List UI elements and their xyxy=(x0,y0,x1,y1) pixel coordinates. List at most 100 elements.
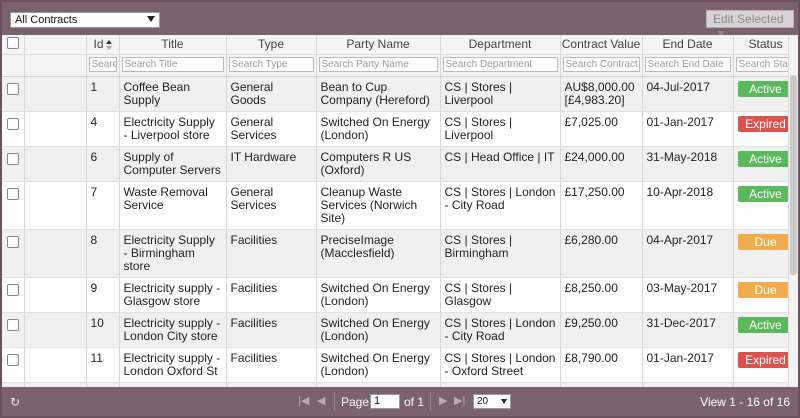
cell-party: Switched On Energy (London) xyxy=(316,347,441,383)
cell-title: Electricity supply - London City store xyxy=(119,312,227,348)
search-status-input[interactable]: Search Status xyxy=(735,57,796,72)
edit-selected-label: Edit Selected xyxy=(713,12,784,26)
cell-title: Electricity supply - London Oxford St xyxy=(119,347,227,383)
search-cell-title: Search Title xyxy=(119,54,227,77)
cell-department: CS | Stores | London - City Road xyxy=(440,312,561,348)
row-checkbox[interactable] xyxy=(6,118,19,130)
table-row[interactable]: 10 Electricity supply - London City store… xyxy=(2,312,798,348)
cell-value: £7,025.00 xyxy=(560,111,643,147)
search-id-input[interactable]: Search xyxy=(88,57,117,72)
cell-end-date: 10-Apr-2018 xyxy=(642,181,734,230)
table-row[interactable]: 7 Waste Removal Service General Services Cl… xyxy=(2,181,798,230)
search-end-date-input[interactable]: Search End Date xyxy=(644,57,731,72)
cell-department: CS | Head Office | IT xyxy=(440,146,561,182)
row-checkbox[interactable] xyxy=(6,284,19,296)
pager-divider xyxy=(334,392,335,410)
row-spacer-cell xyxy=(24,111,87,147)
row-checkbox[interactable] xyxy=(6,319,19,331)
column-header-value[interactable]: Contract Value xyxy=(560,35,643,55)
cell-value: £24,000.00 xyxy=(560,146,643,182)
contract-filter-value: All Contracts xyxy=(15,14,78,26)
last-page-icon[interactable]: ▶| xyxy=(454,395,465,407)
column-header-id-label: Id xyxy=(93,37,104,51)
search-value-input[interactable]: Search Contract xyxy=(562,57,640,72)
cell-end-date: 01-Jan-2017 xyxy=(642,111,734,147)
status-badge: Active xyxy=(737,317,794,333)
select-all-header xyxy=(2,35,25,55)
table-row[interactable]: 4 Electricity Supply - Liverpool store Gen… xyxy=(2,111,798,147)
row-spacer-cell xyxy=(24,347,87,383)
row-spacer-cell xyxy=(24,277,87,313)
column-header-department[interactable]: Department xyxy=(440,35,561,55)
cell-value: AU$8,000.00 [£4,983.20] xyxy=(560,76,643,112)
cell-title: Electricity Supply - Liverpool store xyxy=(119,111,227,147)
cell-id: 4 xyxy=(86,111,120,147)
row-select-cell xyxy=(2,76,25,112)
sort-asc-icon[interactable] xyxy=(105,39,112,50)
prev-page-icon[interactable]: ◀ xyxy=(317,395,325,407)
records-summary: View 1 - 16 of 16 xyxy=(700,395,790,409)
column-header-party[interactable]: Party Name xyxy=(316,35,441,55)
cell-type: Facilities xyxy=(226,347,317,383)
cell-type: General Services xyxy=(226,111,317,147)
contract-filter-select[interactable]: All Contracts xyxy=(10,12,160,28)
status-badge: Expired xyxy=(737,352,794,368)
row-checkbox[interactable] xyxy=(6,236,19,248)
next-page-icon[interactable]: ▶ xyxy=(439,395,447,407)
cell-party: Cleanup Waste Services (Norwich Site) xyxy=(316,181,441,230)
search-party-input[interactable]: Search Party Name xyxy=(318,57,438,72)
search-department-input[interactable]: Search Department xyxy=(442,57,558,72)
table-row[interactable]: 1 Coffee Bean Supply General Goods Bean to … xyxy=(2,76,798,112)
status-badge: Active xyxy=(737,186,794,202)
cell-department: CS | Stores | Liverpool xyxy=(440,76,561,112)
column-header-type[interactable]: Type xyxy=(226,35,317,55)
grid-vertical-scrollbar[interactable] xyxy=(788,35,798,387)
search-cell-id: Search xyxy=(86,54,120,77)
cell-end-date: 04-Jul-2017 xyxy=(642,76,734,112)
cell-party: Switched On Energy (London) xyxy=(316,312,441,348)
cell-party: Switched On Energy (London) xyxy=(316,277,441,313)
row-checkbox[interactable] xyxy=(6,354,19,366)
search-type-input[interactable]: Search Type xyxy=(228,57,314,72)
row-spacer-cell xyxy=(24,229,87,278)
search-spacer xyxy=(24,54,87,77)
cell-id: 1 xyxy=(86,76,120,112)
cell-type: General Goods xyxy=(226,76,317,112)
cell-end-date: 31-May-2018 xyxy=(642,146,734,182)
cell-end-date: 04-Apr-2017 xyxy=(642,229,734,278)
refresh-icon[interactable]: ↻ xyxy=(10,396,22,408)
table-row[interactable]: 8 Electricity Supply - Birmingham store Fa… xyxy=(2,229,798,278)
scrollbar-thumb[interactable] xyxy=(790,75,797,275)
cell-type: Facilities xyxy=(226,312,317,348)
page-number-input[interactable]: 1 xyxy=(370,394,400,409)
cell-department: CS | Stores | London - Oxford Street xyxy=(440,347,561,383)
cell-id: 6 xyxy=(86,146,120,182)
cell-party: Computers R US (Oxford) xyxy=(316,146,441,182)
select-all-checkbox[interactable] xyxy=(6,37,19,49)
column-header-id[interactable]: Id xyxy=(86,35,120,55)
row-checkbox[interactable] xyxy=(6,188,19,200)
search-cell-type: Search Type xyxy=(226,54,317,77)
table-row[interactable]: 11 Electricity supply - London Oxford St F… xyxy=(2,347,798,383)
column-header-title[interactable]: Title xyxy=(119,35,227,55)
edit-selected-button[interactable]: Edit Selected xyxy=(706,10,794,37)
row-select-cell xyxy=(2,347,25,383)
table-row[interactable]: 9 Electricity supply - Glasgow store Facil… xyxy=(2,277,798,313)
cell-party: Switched On Energy (London) xyxy=(316,111,441,147)
search-title-input[interactable]: Search Title xyxy=(121,57,224,72)
cell-department: CS | Stores | Glasgow xyxy=(440,277,561,313)
row-select-cell xyxy=(2,312,25,348)
first-page-icon[interactable]: |◀ xyxy=(298,395,309,407)
row-checkbox[interactable] xyxy=(6,153,19,165)
row-checkbox[interactable] xyxy=(6,83,19,95)
table-row[interactable]: 6 Supply of Computer Servers IT Hardware Co… xyxy=(2,146,798,182)
cell-id: 11 xyxy=(86,347,120,383)
contracts-grid: Id Title Type Party Name Department Cont… xyxy=(2,35,798,387)
cell-value: £8,250.00 xyxy=(560,277,643,313)
rows-per-page-select[interactable]: 20 xyxy=(473,394,511,409)
row-select-cell xyxy=(2,146,25,182)
row-select-cell xyxy=(2,111,25,147)
page-label: Page xyxy=(341,395,370,409)
cell-party: PreciseImage (Macclesfield) xyxy=(316,229,441,278)
column-header-end-date[interactable]: End Date xyxy=(642,35,734,55)
